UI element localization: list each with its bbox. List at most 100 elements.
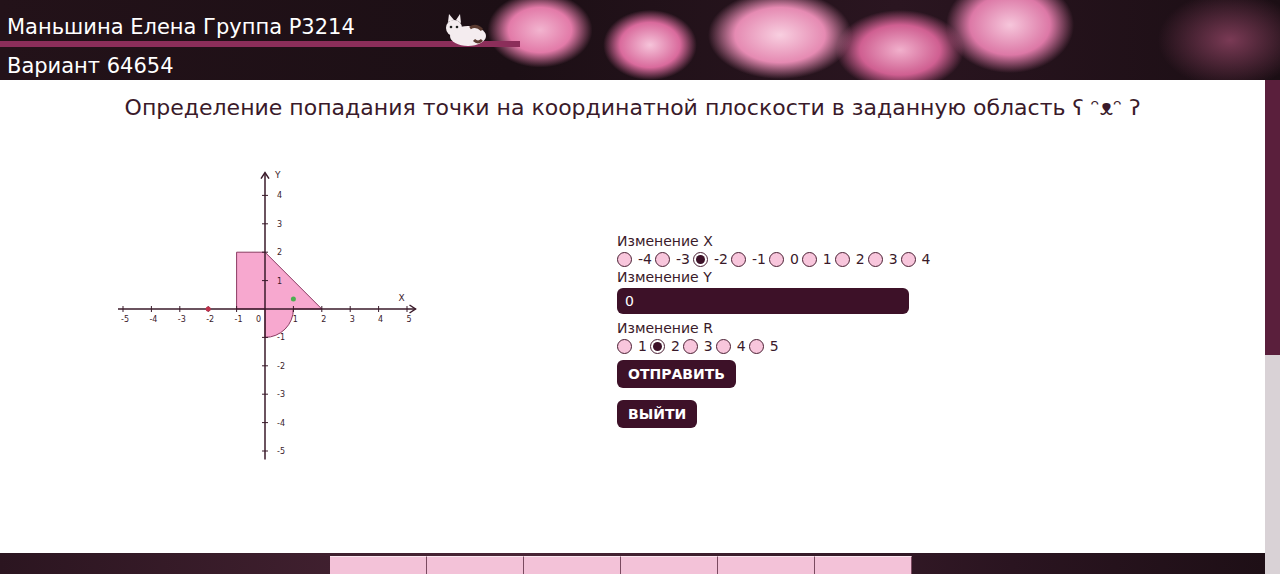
r-label: 3 [704, 338, 713, 354]
cat-icon [440, 12, 492, 50]
exit-button[interactable]: ВЫЙТИ [617, 400, 697, 428]
x-tick [151, 306, 152, 312]
y-tick-label: 2 [277, 248, 282, 257]
y-tick-label: 3 [277, 220, 282, 229]
y-axis [264, 173, 266, 460]
r-option[interactable]: 1 [617, 338, 647, 354]
x-label: Изменение X [617, 233, 933, 249]
x-option[interactable]: -2 [693, 251, 728, 267]
variant: Вариант 64654 [0, 47, 1280, 79]
y-tick [262, 394, 268, 395]
page-body: Определение попадания точки на координат… [0, 80, 1280, 574]
x-label: 3 [889, 251, 898, 267]
table-header-cell [621, 556, 718, 574]
x-option[interactable]: 3 [868, 251, 898, 267]
r-radio[interactable] [716, 339, 731, 354]
r-group: 1 2 3 45 [617, 336, 933, 356]
r-option[interactable]: 2 [650, 338, 680, 354]
y-tick [262, 223, 268, 224]
x-radio[interactable] [901, 252, 916, 267]
area [237, 252, 322, 337]
x-tick-label: 3 [350, 315, 355, 324]
x-tick-label: -4 [149, 315, 157, 324]
x-tick [378, 306, 379, 312]
r-label: 1 [638, 338, 647, 354]
x-tick [321, 306, 322, 312]
y-tick-label: -4 [277, 419, 285, 428]
x-option[interactable]: -4 [617, 251, 652, 267]
x-label: -4 [638, 251, 652, 267]
x-label: 1 [823, 251, 832, 267]
r-option[interactable]: 4 [716, 338, 746, 354]
footer [0, 553, 1265, 574]
x-radio[interactable] [693, 252, 708, 267]
x-option[interactable]: -3 [655, 251, 690, 267]
x-label: 2 [856, 251, 865, 267]
r-option[interactable]: 5 [749, 338, 779, 354]
header-bar [0, 41, 520, 47]
x-label: -2 [714, 251, 728, 267]
y-input[interactable] [617, 288, 909, 314]
y-arrow-icon [261, 173, 269, 179]
y-axis-label: Y [274, 170, 281, 180]
x-tick [293, 306, 294, 312]
cat-eye-icon [456, 26, 459, 29]
x-option[interactable]: -1 [731, 251, 766, 267]
origin-label: 0 [256, 315, 261, 324]
x-radio[interactable] [731, 252, 746, 267]
scrollbar-thumb[interactable] [1265, 80, 1280, 355]
x-tick [123, 306, 124, 312]
r-label: 2 [671, 338, 680, 354]
x-arrow-icon [410, 305, 416, 313]
r-radio[interactable] [749, 339, 764, 354]
x-option[interactable]: 2 [835, 251, 865, 267]
x-tick-label: -2 [206, 315, 214, 324]
coordinate-plane[interactable]: -5-4-3-2-1123454321-1-2-3-4-50XY [118, 170, 418, 460]
y-tick [262, 252, 268, 253]
y-tick-label: 1 [277, 277, 282, 286]
x-tick-label: -1 [235, 315, 243, 324]
x-radio[interactable] [868, 252, 883, 267]
page-title: Определение попадания точки на координат… [0, 80, 1265, 122]
table-header-cell [718, 556, 815, 574]
x-radio[interactable] [617, 252, 632, 267]
table-header-cell [524, 556, 621, 574]
y-tick [262, 337, 268, 338]
r-radio[interactable] [617, 339, 632, 354]
y-tick-label: -5 [277, 447, 285, 456]
x-option[interactable]: 0 [769, 251, 799, 267]
cat-ears-icon [448, 14, 461, 23]
submit-button[interactable]: ОТПРАВИТЬ [617, 360, 736, 388]
x-radio[interactable] [769, 252, 784, 267]
y-tick [262, 280, 268, 281]
x-tick-label: -5 [121, 315, 129, 324]
x-option[interactable]: 1 [802, 251, 832, 267]
r-label: 4 [737, 338, 746, 354]
x-option[interactable]: 4 [901, 251, 931, 267]
y-tick-label: -2 [277, 362, 285, 371]
main: Определение попадания точки на координат… [0, 80, 1265, 553]
x-tick-label: 4 [378, 315, 383, 324]
x-label: -3 [676, 251, 690, 267]
x-radio[interactable] [802, 252, 817, 267]
x-radio[interactable] [835, 252, 850, 267]
r-radio[interactable] [683, 339, 698, 354]
y-tick-label: 4 [277, 191, 282, 200]
cat-stripes-icon [470, 26, 482, 42]
y-tick [262, 195, 268, 196]
point [206, 307, 211, 312]
cat-eye-icon [450, 26, 453, 29]
content: Определение попадания точки на координат… [0, 80, 1265, 574]
x-radio[interactable] [655, 252, 670, 267]
scrollbar[interactable] [1265, 80, 1280, 574]
y-tick [262, 365, 268, 366]
y-tick [262, 422, 268, 423]
point-form: Изменение X-4-3-2-101234Изменение YИзмен… [617, 233, 933, 428]
x-label: 0 [790, 251, 799, 267]
r-radio[interactable] [650, 339, 665, 354]
x-tick-label: 2 [321, 315, 326, 324]
r-option[interactable]: 3 [683, 338, 713, 354]
y-tick-label: -3 [277, 390, 285, 399]
y-tick-label: -1 [277, 333, 285, 342]
cat-head-icon [446, 20, 462, 36]
